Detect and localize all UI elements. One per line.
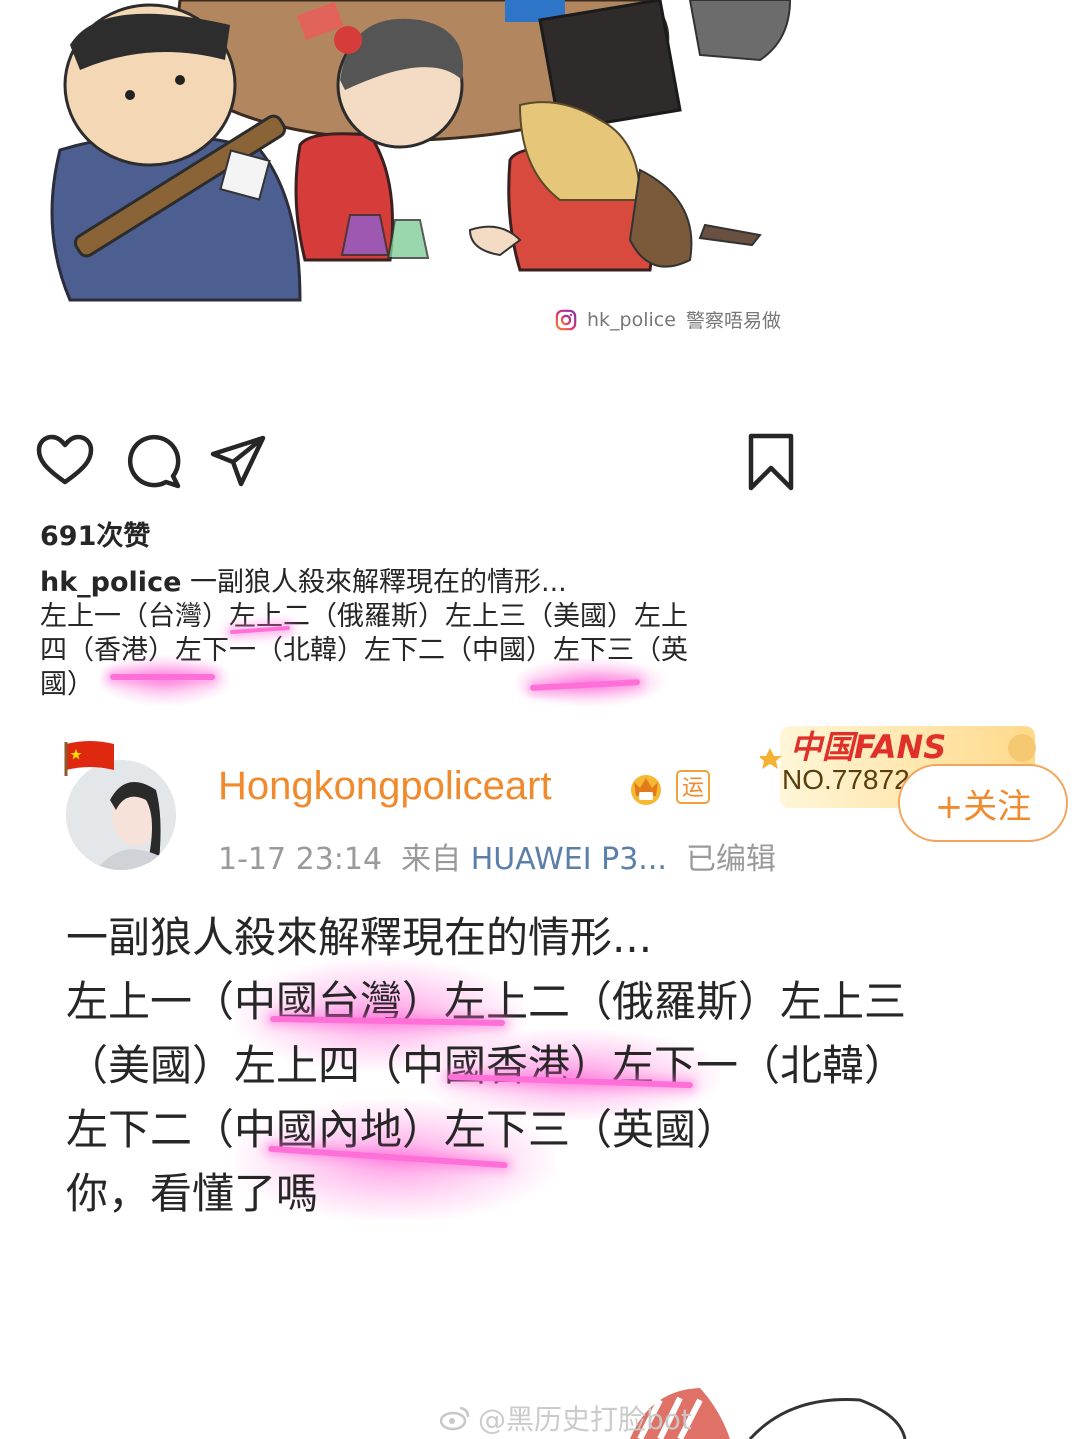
- instagram-action-bar: [34, 432, 814, 492]
- likes-count[interactable]: 691次赞: [40, 514, 150, 553]
- bookmark-icon: [748, 433, 794, 491]
- yun-badge: 运: [676, 770, 710, 804]
- caption-line: 四（香港）左下一（北韓）左下二（中國）左下三（英: [40, 635, 688, 666]
- credit-handle: hk_police: [587, 308, 676, 331]
- post-line: 左下二（中國內地）左下三（英國）: [66, 1105, 739, 1154]
- instagram-caption: hk_police 一副狼人殺來解釋現在的情形... 左上一（台灣）左上二（俄羅…: [40, 566, 800, 702]
- cartoon-illustration: [0, 0, 1080, 360]
- caption-line: 國）: [40, 669, 94, 700]
- weibo-logo-icon: [440, 1406, 470, 1431]
- avatar[interactable]: [66, 760, 176, 870]
- comment-button[interactable]: [122, 432, 184, 492]
- weibo-watermark: @黑历史打脸bot: [440, 1398, 692, 1438]
- post-line: 一副狼人殺來解釋現在的情形...: [66, 913, 653, 962]
- weibo-meta: 1-17 23:14 来自 HUAWEI P3... 已编辑: [218, 834, 776, 878]
- weibo-post-body: 一副狼人殺來解釋現在的情形... 左上一（中國台灣）左上二（俄羅斯）左上三 （美…: [66, 906, 1066, 1226]
- fans-number: NO.77872: [782, 764, 910, 795]
- save-button[interactable]: [740, 432, 802, 492]
- from-label: 来自: [401, 842, 462, 877]
- edited-label: 已编辑: [685, 842, 776, 877]
- china-flag-icon: [64, 741, 114, 776]
- avatar-photo: [66, 760, 176, 870]
- post-line: 你，看懂了嗎: [66, 1169, 319, 1218]
- share-button[interactable]: [208, 432, 270, 492]
- share-icon: [210, 435, 266, 487]
- caption-line: 左上一（台灣）左上二（俄羅斯）左上三（美國）左上: [40, 601, 688, 632]
- comment-icon: [127, 434, 181, 489]
- like-button[interactable]: [34, 432, 96, 492]
- post-line: （美國）左上四（中國香港）左下一（北韓）: [66, 1041, 907, 1090]
- weibo-username[interactable]: Hongkongpoliceart: [218, 764, 552, 809]
- heart-icon: [36, 434, 94, 485]
- caption-username[interactable]: hk_police: [40, 567, 181, 598]
- illustration-credit: hk_police 警察唔易做: [555, 306, 781, 333]
- post-time: 1-17 23:14: [218, 842, 383, 877]
- cartoon-drawing: [50, 0, 792, 302]
- follow-button[interactable]: +关注: [898, 764, 1068, 842]
- fans-title: 中国FANS: [790, 728, 947, 766]
- source-device-link[interactable]: HUAWEI P3...: [471, 842, 667, 877]
- watermark-text: @黑历史打脸bot: [478, 1403, 692, 1436]
- caption-title: 一副狼人殺來解釋現在的情形...: [189, 567, 567, 598]
- crown-badge-icon: [631, 775, 661, 805]
- post-line: 左上一（中國台灣）左上二（俄羅斯）左上三: [66, 977, 907, 1026]
- credit-text: 警察唔易做: [685, 310, 781, 332]
- instagram-icon: [555, 309, 577, 330]
